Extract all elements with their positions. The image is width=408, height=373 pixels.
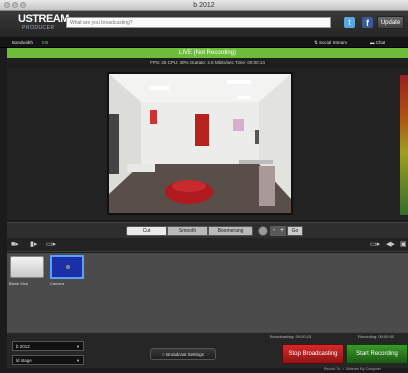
- broadcast-title-input[interactable]: What are you broadcasting?: [66, 17, 331, 28]
- chat-label: Chat: [375, 40, 386, 45]
- volume-icon[interactable]: ◀▸: [386, 241, 395, 249]
- shot-label: Blank Shot: [9, 281, 29, 286]
- add-media-icon[interactable]: ▮▸: [30, 241, 37, 249]
- bandwidth-label: Bandwidth: [12, 40, 34, 45]
- broadcasting-time: Broadcasting: 00:00:15: [270, 334, 312, 339]
- increase-duration-button[interactable]: +: [278, 226, 286, 236]
- boomerang-transition-button[interactable]: Boomerang: [208, 226, 253, 236]
- add-screen-icon[interactable]: ▭▸: [46, 241, 56, 249]
- window-title: b 2012: [193, 2, 215, 9]
- camera-preview: [107, 72, 293, 215]
- preview-mode-icon[interactable]: ▭▸: [370, 241, 380, 249]
- cut-transition-button[interactable]: Cut: [126, 226, 167, 236]
- transition-duration-icon: [258, 226, 268, 236]
- live-status-bar: LIVE (Not Recording): [7, 48, 408, 58]
- bandwidth-meter: IIIII: [42, 40, 49, 45]
- fullscreen-icon[interactable]: ▣: [400, 241, 407, 249]
- blank-shot-thumbnail[interactable]: [10, 256, 44, 278]
- ustream-logo: USTREAM: [18, 13, 69, 25]
- stop-broadcasting-button[interactable]: Stop Broadcasting: [282, 344, 344, 364]
- scene-select-value: b 2012: [16, 344, 30, 349]
- record-to-options[interactable]: Record To: ✓ Ustream My Computer: [324, 367, 381, 371]
- layout-select-value: ld stage: [16, 358, 32, 363]
- broadcast-settings-button[interactable]: ○ Broadcast Settings: [150, 348, 216, 360]
- broadcast-settings-label: Broadcast Settings: [166, 352, 204, 357]
- add-camera-icon[interactable]: ■▸: [11, 241, 19, 249]
- chevron-down-icon: ▼: [76, 358, 80, 363]
- update-button[interactable]: Update: [377, 16, 404, 29]
- shot-label: Camera: [50, 281, 65, 286]
- recording-time: Recording: 00:00:00: [358, 334, 395, 339]
- social-stream-button[interactable]: ⇅ Social Stream: [314, 38, 347, 47]
- facebook-icon[interactable]: f: [362, 17, 373, 28]
- layout-select[interactable]: ld stage ▼: [12, 355, 84, 365]
- stream-stats: FPS: 25 CPU: 39% Outrate: 2.6 Mbits/sec …: [7, 58, 408, 68]
- audio-level-meter: [400, 75, 408, 215]
- smooth-transition-button[interactable]: Smooth: [167, 226, 208, 236]
- go-button[interactable]: Go: [287, 226, 303, 236]
- decrease-duration-button[interactable]: -: [270, 226, 278, 236]
- scene-select[interactable]: b 2012 ▼: [12, 341, 84, 351]
- chat-button[interactable]: ▬ Chat: [370, 38, 385, 47]
- camera-feed-image: [109, 74, 291, 213]
- camera-lens-icon: [66, 265, 70, 269]
- twitter-icon[interactable]: t: [344, 17, 355, 28]
- social-stream-label: Social Stream: [319, 40, 348, 45]
- chevron-down-icon: ▼: [76, 344, 80, 349]
- camera-shot-thumbnail[interactable]: [50, 255, 84, 279]
- start-recording-button[interactable]: Start Recording: [346, 344, 408, 364]
- shots-toolbar: [7, 238, 408, 252]
- producer-logo: PRODUCER: [22, 25, 55, 31]
